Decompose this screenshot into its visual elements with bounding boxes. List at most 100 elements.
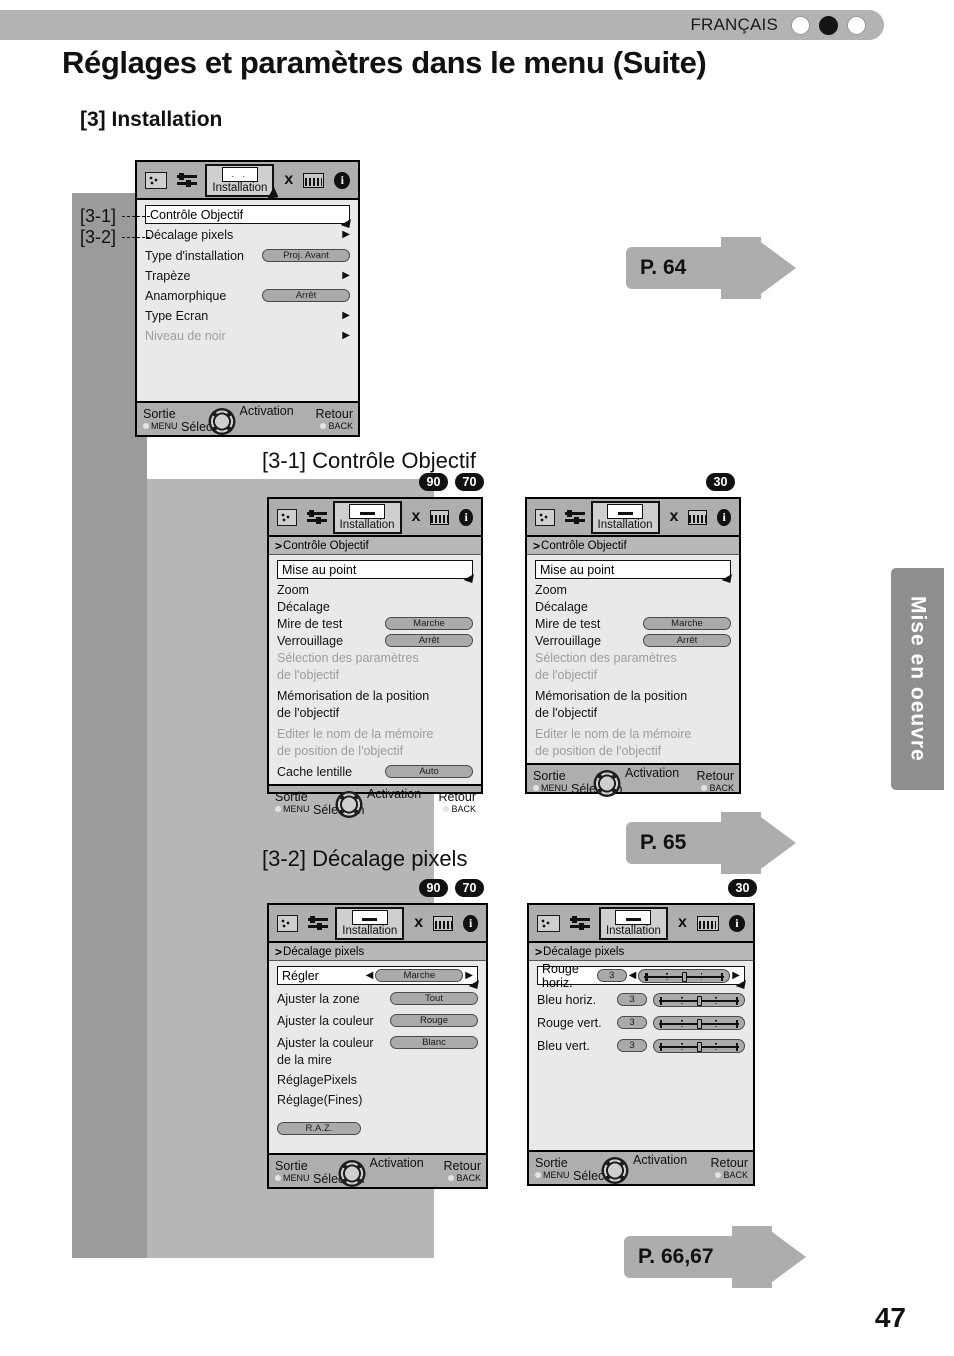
menu-item-selected[interactable]: Régler ◀ Marche ▶ [277, 966, 483, 993]
menu-item-value[interactable]: Arrêt [385, 634, 473, 647]
menu-item-selected[interactable]: Mise au point [277, 560, 478, 587]
menu-item-row[interactable]: Zoom [277, 581, 473, 598]
info-icon[interactable]: i [463, 914, 478, 932]
menu-item-row[interactable]: Réglage(Fines) [277, 1091, 478, 1108]
menu-item-row[interactable]: Mémorisation de la position [277, 687, 473, 704]
menu-item-value[interactable]: Blanc [390, 1036, 478, 1049]
menu-item-row[interactable]: Mire de test Marche [277, 615, 473, 632]
menu-item-row[interactable]: Anamorphique Arrêt [145, 287, 350, 304]
menu-item-value[interactable]: Marche [375, 969, 464, 982]
back-button[interactable]: BACK [448, 1173, 481, 1183]
menu-item-selected[interactable]: Contrôle Objectif [145, 205, 355, 232]
menu-item-row[interactable]: Décalage [277, 598, 473, 615]
menu-item-value[interactable]: Rouge [390, 1014, 478, 1027]
keyboard-icon[interactable] [433, 915, 454, 931]
picture-icon[interactable] [537, 914, 560, 932]
info-icon[interactable]: i [717, 508, 731, 526]
value-slider[interactable] [638, 968, 731, 983]
back-button[interactable]: BACK [443, 804, 476, 814]
dpad-icon[interactable] [593, 770, 621, 797]
menu-item-value[interactable]: Marche [643, 617, 731, 630]
slider-icon[interactable] [564, 509, 585, 525]
tab-installation[interactable]: Installation [335, 906, 405, 940]
dpad-icon[interactable] [208, 408, 235, 435]
menu-item-value[interactable]: Auto [385, 765, 473, 778]
chevron-right-icon[interactable]: ▶ [465, 970, 473, 981]
menu-item-row[interactable]: Verrouillage Arrêt [277, 632, 473, 649]
reset-button[interactable]: R.A.Z. [277, 1122, 361, 1135]
menu-item-row[interactable]: Décalage pixels ▶ [145, 226, 350, 243]
menu-item-row[interactable]: Zoom [535, 581, 731, 598]
picture-icon[interactable] [535, 508, 555, 526]
picture-icon[interactable] [277, 914, 298, 932]
keyboard-icon[interactable] [696, 915, 719, 931]
chevron-left-icon[interactable]: ◀ [629, 970, 637, 981]
slider-icon[interactable] [177, 172, 198, 188]
menu-item-row[interactable]: Trapèze ▶ [145, 267, 350, 284]
tab-installation[interactable]: Installation [332, 500, 402, 534]
menu-item-row[interactable]: Type Ecran ▶ [145, 307, 350, 324]
menu-item-row[interactable]: Ajuster la couleur Blanc [277, 1034, 478, 1051]
menu-item-row[interactable]: Décalage [535, 598, 731, 615]
menu-item-row[interactable]: Verrouillage Arrêt [535, 632, 731, 649]
slider-icon[interactable] [308, 915, 328, 931]
menu-item-value[interactable]: Marche [385, 617, 473, 630]
wrench-icon[interactable]: x [670, 509, 679, 525]
keyboard-icon[interactable] [430, 509, 450, 525]
info-icon[interactable]: i [334, 171, 350, 189]
reset-row[interactable]: R.A.Z. [277, 1120, 478, 1137]
menu-button[interactable]: MENU [275, 804, 310, 814]
menu-item-row[interactable]: Ajuster la couleur Rouge [277, 1012, 478, 1029]
menu-item-row[interactable]: Ajuster la zone Tout [277, 990, 478, 1007]
wrench-icon[interactable]: x [284, 172, 293, 188]
menu-item-row[interactable]: Mire de test Marche [535, 615, 731, 632]
slider-icon[interactable] [306, 509, 327, 525]
menu-item-row[interactable]: Type d'installation Proj. Avant [145, 247, 350, 264]
menu-item-selected[interactable]: Mise au point [535, 560, 736, 587]
menu-button[interactable]: MENU [535, 1170, 570, 1180]
value-slider[interactable] [653, 992, 745, 1007]
menu-item-value[interactable]: Tout [390, 992, 478, 1005]
value-slider[interactable] [653, 1038, 745, 1053]
info-icon[interactable]: i [728, 914, 746, 932]
tab-installation[interactable]: . . Installation [205, 163, 283, 203]
chevron-right-icon[interactable]: ▶ [732, 970, 740, 981]
menu-item-value[interactable]: Arrêt [643, 634, 731, 647]
menu-button[interactable]: MENU [143, 421, 178, 431]
picture-icon[interactable] [145, 171, 168, 189]
menu-button[interactable]: MENU [533, 783, 568, 793]
wrench-icon[interactable]: x [412, 509, 421, 525]
picture-icon[interactable] [277, 508, 297, 526]
menu-item-value[interactable]: Proj. Avant [262, 249, 350, 262]
keyboard-icon[interactable] [688, 509, 708, 525]
back-button[interactable]: BACK [701, 783, 734, 793]
menu-item-row[interactable]: de l'objectif [535, 704, 731, 721]
back-button[interactable]: BACK [320, 421, 353, 431]
menu-item-value[interactable]: 3 [617, 1039, 647, 1052]
keyboard-icon[interactable] [303, 172, 325, 188]
menu-item-row[interactable]: Bleu vert. 3 [537, 1037, 745, 1054]
tab-installation[interactable]: Installation [598, 906, 668, 940]
menu-item-value[interactable]: 3 [596, 969, 627, 982]
menu-item-row[interactable]: Rouge vert. 3 [537, 1014, 745, 1031]
menu-item-value[interactable]: 3 [617, 993, 647, 1006]
menu-item-value[interactable]: Arrêt [262, 289, 350, 302]
tab-installation[interactable]: Installation [590, 500, 660, 534]
wrench-icon[interactable]: x [414, 915, 423, 931]
back-button[interactable]: BACK [715, 1170, 748, 1180]
value-slider[interactable] [653, 1015, 745, 1030]
menu-button[interactable]: MENU [275, 1173, 310, 1183]
chevron-left-icon[interactable]: ◀ [366, 970, 374, 981]
menu-item-row[interactable]: RéglagePixels [277, 1071, 478, 1088]
menu-item-row[interactable]: de l'objectif [277, 704, 473, 721]
slider-icon[interactable] [569, 915, 590, 931]
menu-item-row[interactable]: Mémorisation de la position [535, 687, 731, 704]
menu-item-selected[interactable]: Rouge horiz. 3 ◀ ▶ [537, 962, 750, 993]
info-icon[interactable]: i [459, 508, 473, 526]
dpad-icon[interactable] [338, 1160, 365, 1187]
dpad-icon[interactable] [335, 791, 363, 818]
menu-item-value[interactable]: 3 [617, 1016, 647, 1029]
wrench-icon[interactable]: x [678, 915, 687, 931]
menu-item-row[interactable]: Bleu horiz. 3 [537, 991, 745, 1008]
dpad-icon[interactable] [601, 1157, 629, 1184]
